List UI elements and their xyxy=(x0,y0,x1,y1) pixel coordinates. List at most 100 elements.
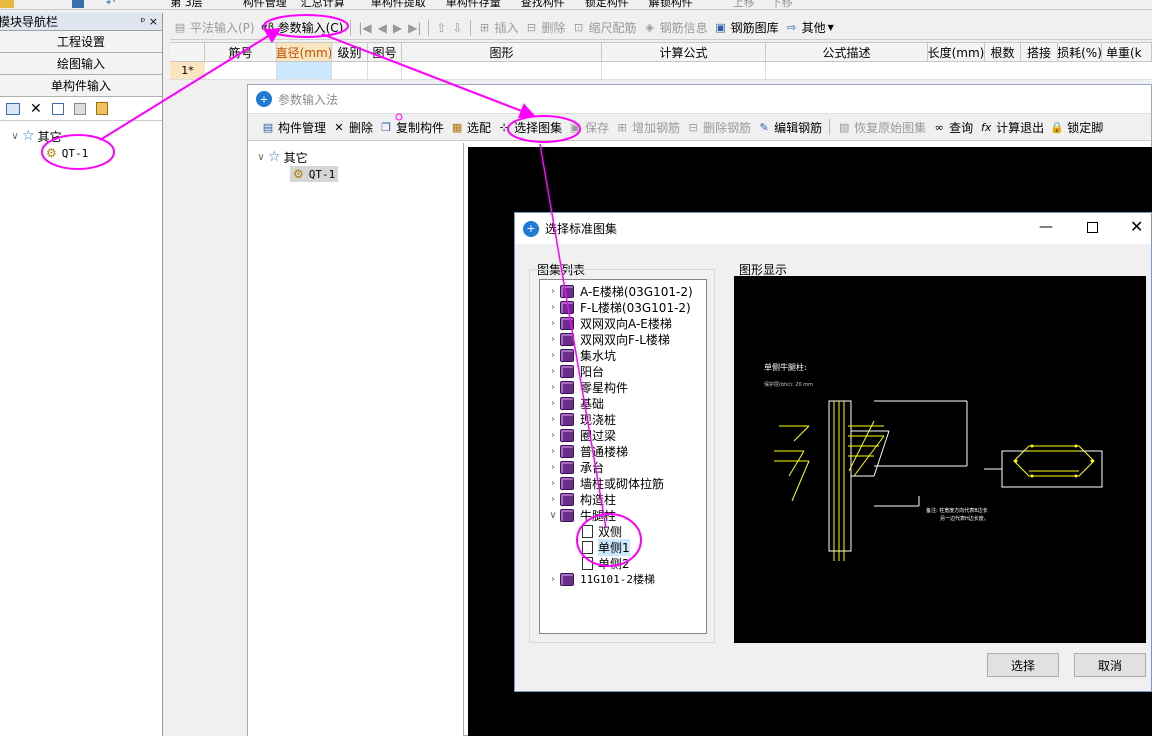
cell-figure-no[interactable] xyxy=(368,62,402,79)
nav-section-single-input[interactable]: 单构件输入 xyxy=(0,75,162,97)
col-lap[interactable]: 搭接 xyxy=(1021,43,1058,61)
undo-icon[interactable]: ↶ xyxy=(106,0,115,9)
rebar-info-button[interactable]: ◈ 钢筋信息 xyxy=(640,18,711,38)
atlas-item[interactable]: › 墙柱或砌体拉筋 xyxy=(540,475,706,491)
component-manage-button[interactable]: ▤ 构件管理 xyxy=(258,117,329,137)
nav-first-icon[interactable]: |◀ xyxy=(355,18,374,38)
expand-chevron-icon[interactable]: › xyxy=(546,494,560,505)
col-length[interactable]: 长度(mm) xyxy=(928,43,985,61)
close-icon[interactable]: ✕ xyxy=(1130,217,1143,236)
flat-input-button[interactable]: ▤ 平法输入(P) xyxy=(170,18,258,38)
atlas-item[interactable]: › 双网双向A-E楼梯 xyxy=(540,315,706,331)
paste-icon[interactable] xyxy=(73,102,86,115)
save-button[interactable]: ▣ 保存 xyxy=(565,117,612,137)
save-icon[interactable] xyxy=(72,0,84,8)
find-component[interactable]: 查找构件 xyxy=(521,0,565,9)
expand-chevron-icon[interactable]: › xyxy=(546,382,560,393)
collapse-chevron-icon[interactable]: ∨ xyxy=(546,510,560,521)
cancel-button[interactable]: 取消 xyxy=(1074,653,1146,677)
lock-button[interactable]: 🔒 锁定脚 xyxy=(1047,117,1106,137)
expand-chevron-icon[interactable]: › xyxy=(546,334,560,345)
copy-component-button[interactable]: ❐ 复制构件 xyxy=(376,117,447,137)
col-grade[interactable]: 级别 xyxy=(332,43,368,61)
atlas-item[interactable]: › 集水坑 xyxy=(540,347,706,363)
single-storage[interactable]: 单构件存量 xyxy=(446,0,501,9)
delete-icon[interactable]: ✕ xyxy=(30,101,42,117)
nav-tree-child[interactable]: ⚙ QT-1 xyxy=(46,145,88,161)
atlas-item[interactable]: › 基础 xyxy=(540,395,706,411)
scale-rebar-button[interactable]: ⊡ 缩尺配筋 xyxy=(569,18,640,38)
atlas-item[interactable]: › 11G101-2楼梯 xyxy=(540,571,706,587)
atlas-item[interactable]: › 现浇桩 xyxy=(540,411,706,427)
expand-chevron-icon[interactable]: › xyxy=(546,446,560,457)
list-icon[interactable] xyxy=(6,102,20,115)
col-figure-no[interactable]: 图号 xyxy=(368,43,402,61)
col-formula[interactable]: 计算公式 xyxy=(602,43,766,61)
cell-formula[interactable] xyxy=(602,62,766,79)
atlas-item[interactable]: › 阳台 xyxy=(540,363,706,379)
lock-component[interactable]: 锁定构件 xyxy=(585,0,629,9)
col-count[interactable]: 根数 xyxy=(985,43,1021,61)
calc-exit-button[interactable]: fx 计算退出 xyxy=(976,117,1047,137)
param-tree-root[interactable]: ∨ ☆ 其它 xyxy=(254,149,307,165)
expand-chevron-icon[interactable]: › xyxy=(546,414,560,425)
atlas-sub-item[interactable]: 单侧1 xyxy=(540,538,706,556)
select-atlas-button[interactable]: ⊹ 选择图集 xyxy=(494,117,565,137)
add-rebar-button[interactable]: ⊞ 增加钢筋 xyxy=(612,117,683,137)
maximize-icon[interactable] xyxy=(1087,222,1098,233)
nav-last-icon[interactable]: ▶| xyxy=(405,18,424,38)
collapse-chevron-icon[interactable]: ∨ xyxy=(254,152,268,163)
atlas-sub-item[interactable]: 双侧 xyxy=(540,523,706,539)
edit-rebar-button[interactable]: ✎ 编辑钢筋 xyxy=(754,117,825,137)
copy-icon[interactable] xyxy=(51,102,64,115)
query-button[interactable]: ∞ 查询 xyxy=(929,117,976,137)
col-formula-desc[interactable]: 公式描述 xyxy=(766,43,928,61)
expand-chevron-icon[interactable]: › xyxy=(546,366,560,377)
rebar-grid-row[interactable]: 1* xyxy=(170,62,1152,80)
delete-component-button[interactable]: ✕ 删除 xyxy=(329,117,376,137)
expand-chevron-icon[interactable]: › xyxy=(546,478,560,489)
collapse-chevron-icon[interactable]: ∨ xyxy=(8,131,22,142)
expand-chevron-icon[interactable]: › xyxy=(546,318,560,329)
param-input-button[interactable]: αβ 参数输入(C) xyxy=(258,18,347,38)
atlas-sub-item[interactable]: 单侧2 xyxy=(540,555,706,571)
folder-icon[interactable] xyxy=(0,0,14,8)
minimize-icon[interactable]: — xyxy=(1039,219,1053,235)
restore-atlas-button[interactable]: ▧ 恢复原始图集 xyxy=(834,117,929,137)
delete-row-button[interactable]: ⊟ 删除 xyxy=(522,18,569,38)
atlas-item[interactable]: › A-E楼梯(03G101-2) xyxy=(540,283,706,299)
other-menu-button[interactable]: ⇨ 其他 ▼ xyxy=(782,18,837,38)
move-up[interactable]: 上移 xyxy=(733,0,755,9)
nav-next-icon[interactable]: ▶ xyxy=(390,18,405,38)
expand-chevron-icon[interactable]: › xyxy=(546,574,560,585)
match-button[interactable]: ▦ 选配 xyxy=(447,117,494,137)
cell-diameter[interactable] xyxy=(277,62,332,79)
summary-calc[interactable]: 汇总计算 xyxy=(301,0,345,9)
delete-rebar-button[interactable]: ⊟ 删除钢筋 xyxy=(683,117,754,137)
expand-chevron-icon[interactable]: › xyxy=(546,302,560,313)
component-manage-top[interactable]: 构件管理 xyxy=(243,0,287,9)
row-down-icon[interactable]: ⇩ xyxy=(449,18,465,38)
atlas-item[interactable]: ∨ 牛腿柱 xyxy=(540,507,706,523)
param-tree-child[interactable]: ⚙ QT-1 xyxy=(290,166,339,182)
cell-bar-no[interactable] xyxy=(205,62,277,79)
atlas-item[interactable]: › 零星构件 xyxy=(540,379,706,395)
expand-chevron-icon[interactable]: › xyxy=(546,462,560,473)
insert-button[interactable]: ⊞ 插入 xyxy=(475,18,522,38)
atlas-item[interactable]: › 双网双向F-L楼梯 xyxy=(540,331,706,347)
nav-section-project-settings[interactable]: 工程设置 xyxy=(0,31,162,53)
col-loss[interactable]: 损耗(%) xyxy=(1058,43,1102,61)
select-button[interactable]: 选择 xyxy=(987,653,1059,677)
expand-chevron-icon[interactable]: › xyxy=(546,398,560,409)
atlas-item[interactable]: › 圈过梁 xyxy=(540,427,706,443)
unlock-component[interactable]: 解锁构件 xyxy=(649,0,693,9)
col-unit-weight[interactable]: 单重(k xyxy=(1102,43,1152,61)
atlas-item[interactable]: › 普通楼梯 xyxy=(540,443,706,459)
atlas-item[interactable]: › F-L楼梯(03G101-2) xyxy=(540,299,706,315)
nav-prev-icon[interactable]: ◀ xyxy=(375,18,390,38)
atlas-item[interactable]: › 承台 xyxy=(540,459,706,475)
col-diameter[interactable]: 直径(mm) xyxy=(277,43,332,61)
nav-tree-root[interactable]: ∨ ☆ 其它 xyxy=(8,128,61,144)
single-extract[interactable]: 单构件提取 xyxy=(371,0,426,9)
nav-pin-close[interactable]: ᵖ × xyxy=(141,15,158,28)
